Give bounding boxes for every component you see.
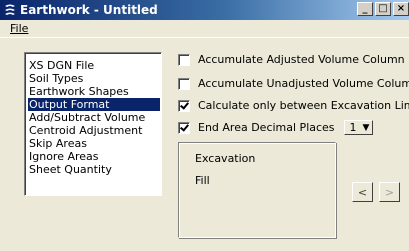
next-button[interactable]: > (379, 182, 400, 202)
close-icon: × (396, 3, 406, 14)
adjusted-volume-label: Accumulate Adjusted Volume Column (198, 53, 405, 66)
preview-group: Excavation Fill (178, 142, 336, 238)
unadjusted-volume-label: Accumulate Unadjusted Volume Column (198, 77, 409, 90)
unadjusted-volume-checkbox[interactable] (178, 77, 190, 90)
previous-button[interactable]: < (352, 182, 373, 202)
unadjusted-volume-row[interactable]: Accumulate Unadjusted Volume Column (178, 77, 409, 90)
list-item-ignore-areas[interactable]: Ignore Areas (28, 150, 160, 163)
window-title: Earthwork - Untitled (20, 3, 158, 17)
list-item-sheet-quantity[interactable]: Sheet Quantity (28, 163, 160, 176)
options-listbox[interactable]: XS DGN File Soil Types Earthwork Shapes … (24, 52, 162, 196)
title-bar[interactable]: Earthwork - Untitled _ □ × (0, 0, 409, 20)
chevron-right-icon: > (384, 185, 395, 199)
chevron-left-icon: < (357, 185, 368, 199)
list-item-skip-areas[interactable]: Skip Areas (28, 137, 160, 150)
list-item-add-subtract-volume[interactable]: Add/Subtract Volume (28, 111, 160, 124)
decimal-places-row[interactable]: End Area Decimal Places 1 ▼ (178, 120, 374, 135)
list-item-centroid-adjustment[interactable]: Centroid Adjustment (28, 124, 160, 137)
minimize-icon: _ (362, 3, 368, 14)
decimal-places-value: 1 (349, 121, 357, 134)
window-controls: _ □ × (355, 2, 409, 16)
list-item-output-format[interactable]: Output Format (28, 98, 160, 111)
list-item-xs-dgn-file[interactable]: XS DGN File (28, 59, 160, 72)
earthwork-window: Earthwork - Untitled _ □ × File XS DGN F… (0, 0, 409, 251)
close-button[interactable]: × (393, 2, 409, 16)
maximize-button[interactable]: □ (375, 2, 391, 16)
earthwork-app-icon[interactable] (2, 2, 18, 18)
minimize-button[interactable]: _ (357, 2, 373, 16)
adjusted-volume-checkbox[interactable] (178, 53, 190, 66)
decimal-places-dropdown[interactable]: 1 ▼ (343, 120, 374, 135)
maximize-icon: □ (378, 3, 388, 14)
adjusted-volume-row[interactable]: Accumulate Adjusted Volume Column (178, 53, 405, 66)
excavation-limits-row[interactable]: Calculate only between Excavation Limits (178, 99, 409, 112)
decimal-places-label: End Area Decimal Places (198, 121, 335, 134)
menu-bar: File (0, 20, 409, 38)
menu-file[interactable]: File (10, 22, 28, 35)
excavation-limits-label: Calculate only between Excavation Limits (198, 99, 409, 112)
decimal-places-checkbox[interactable] (178, 121, 190, 134)
excavation-label: Excavation (195, 152, 256, 165)
list-item-soil-types[interactable]: Soil Types (28, 72, 160, 85)
excavation-limits-checkbox[interactable] (178, 99, 190, 112)
list-item-earthwork-shapes[interactable]: Earthwork Shapes (28, 85, 160, 98)
chevron-down-icon: ▼ (362, 122, 370, 133)
fill-label: Fill (195, 174, 210, 187)
